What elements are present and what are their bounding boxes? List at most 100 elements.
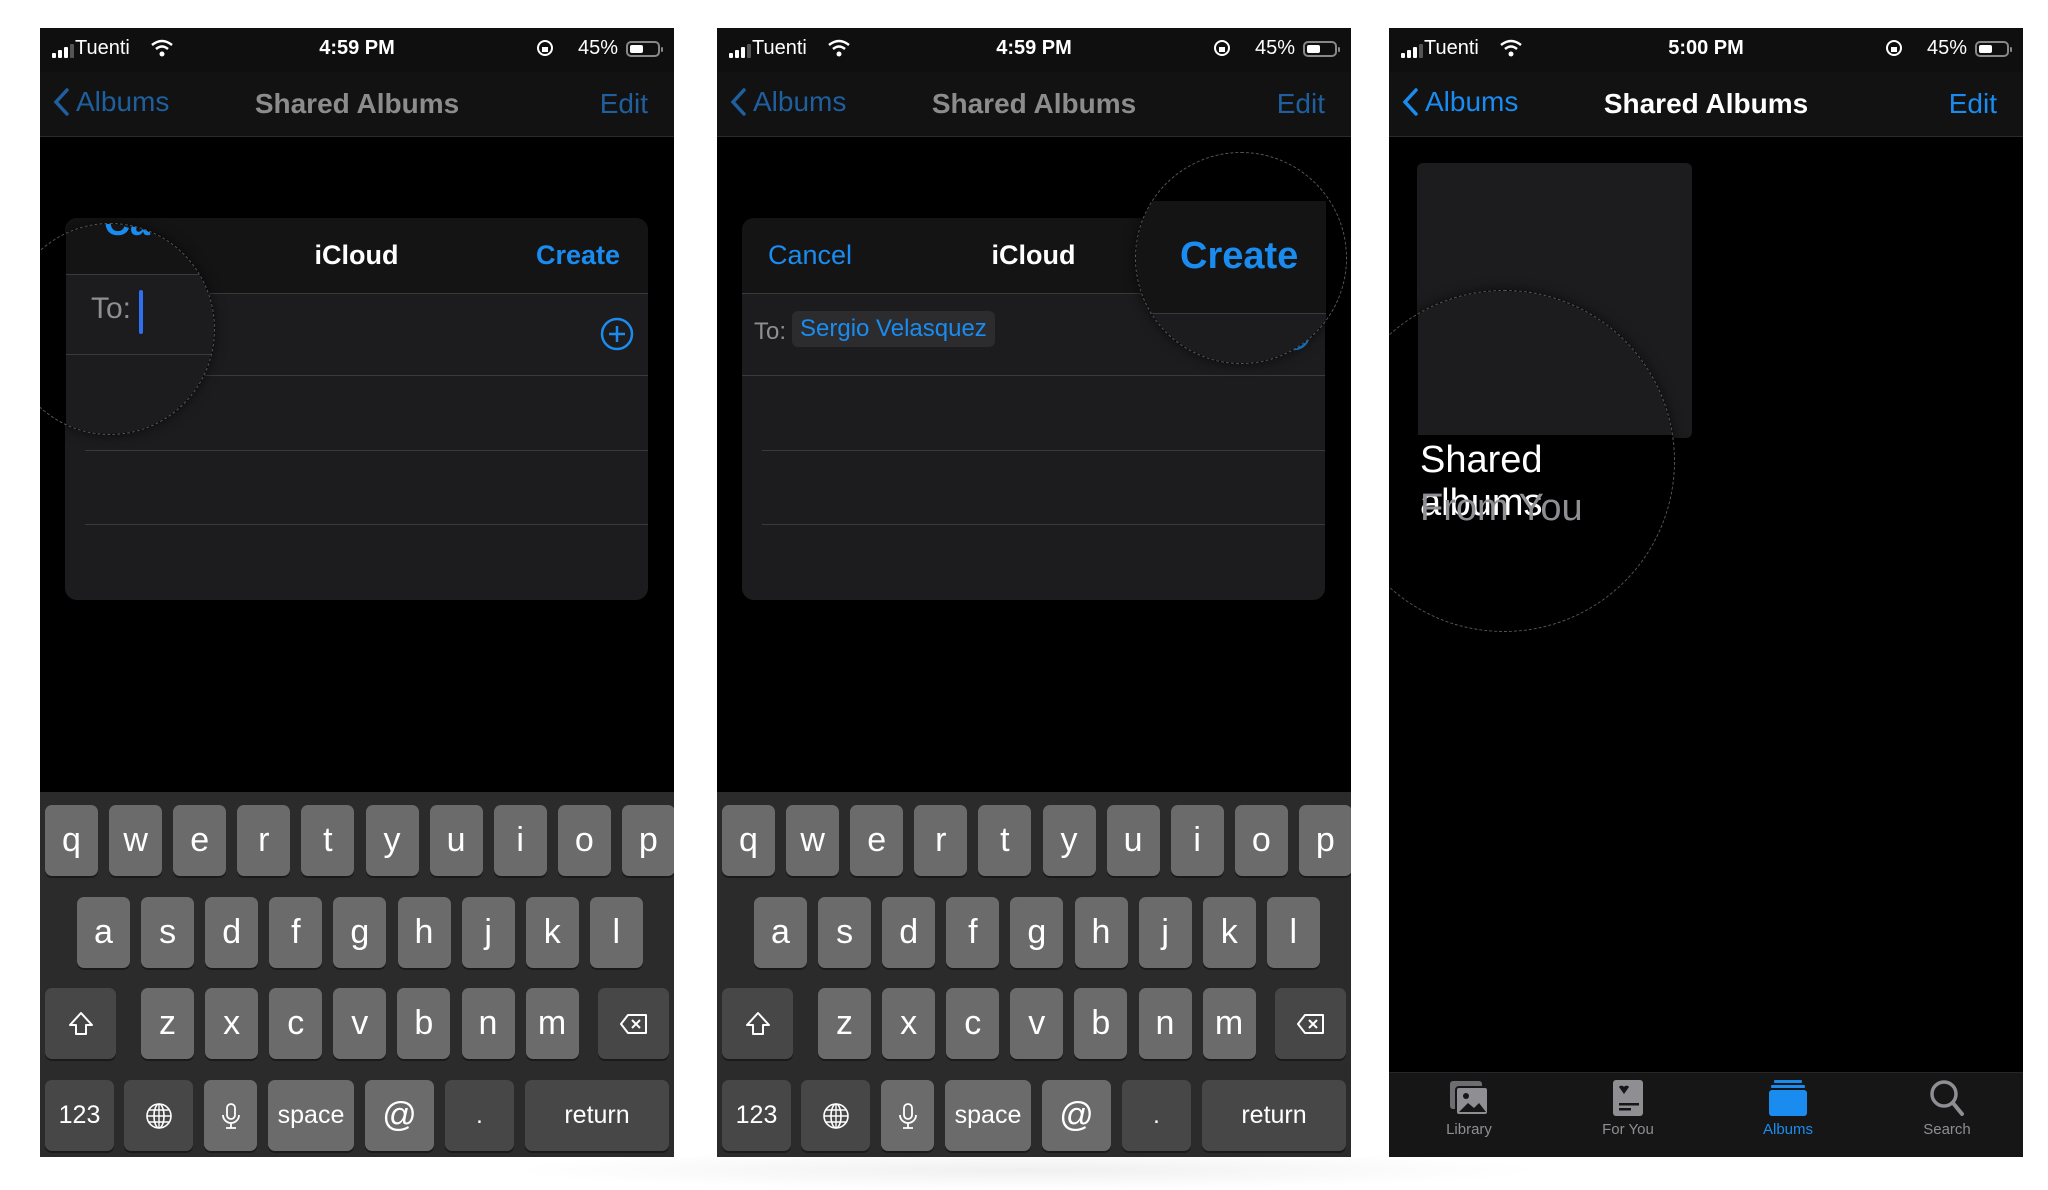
key-y[interactable]: y	[1042, 805, 1096, 876]
key-z[interactable]: z	[818, 988, 871, 1059]
microphone-icon	[216, 1101, 246, 1131]
key-l[interactable]: l	[589, 897, 643, 968]
backspace-icon	[1296, 1009, 1326, 1039]
period-key[interactable]: .	[1122, 1080, 1191, 1151]
key-f[interactable]: f	[269, 897, 323, 968]
recipient-chip[interactable]: Sergio Velasquez	[792, 311, 995, 347]
edit-button[interactable]: Edit	[600, 88, 648, 120]
key-u[interactable]: u	[1106, 805, 1160, 876]
key-i[interactable]: i	[1170, 805, 1224, 876]
text-cursor	[139, 290, 143, 334]
numbers-key[interactable]: 123	[722, 1080, 791, 1151]
tab-label: Library	[1446, 1121, 1492, 1138]
key-o[interactable]: o	[1234, 805, 1288, 876]
key-a[interactable]: a	[77, 897, 130, 968]
globe-key[interactable]	[124, 1080, 193, 1151]
key-r[interactable]: r	[914, 805, 968, 876]
key-q[interactable]: q	[45, 805, 98, 876]
period-key[interactable]: .	[445, 1080, 514, 1151]
key-k[interactable]: k	[1202, 897, 1256, 968]
shift-key[interactable]	[45, 988, 116, 1059]
key-l[interactable]: l	[1266, 897, 1320, 968]
key-h[interactable]: h	[1074, 897, 1128, 968]
battery-icon	[1975, 41, 2012, 57]
dictation-key[interactable]	[204, 1080, 257, 1151]
key-c[interactable]: c	[946, 988, 1000, 1059]
create-button[interactable]: Create	[536, 240, 620, 271]
key-s[interactable]: s	[818, 897, 872, 968]
key-p[interactable]: p	[621, 805, 674, 876]
key-t[interactable]: t	[978, 805, 1032, 876]
edit-button[interactable]: Edit	[1949, 88, 1997, 120]
nav-bar: Albums Shared Albums Edit	[40, 72, 674, 137]
key-q[interactable]: q	[722, 805, 775, 876]
key-i[interactable]: i	[493, 805, 547, 876]
return-key[interactable]: return	[1202, 1080, 1346, 1151]
tab-library[interactable]: Library	[1409, 1079, 1529, 1138]
at-key[interactable]: @	[1042, 1080, 1111, 1151]
tab-label: Albums	[1762, 1121, 1814, 1138]
tab-albums[interactable]: Albums	[1728, 1079, 1848, 1138]
key-h[interactable]: h	[397, 897, 451, 968]
edit-button[interactable]: Edit	[1277, 88, 1325, 120]
key-b[interactable]: b	[397, 988, 451, 1059]
shift-icon	[66, 1009, 96, 1039]
tab-search[interactable]: Search	[1887, 1079, 2007, 1138]
divider	[762, 524, 1325, 525]
key-n[interactable]: n	[1138, 988, 1192, 1059]
rotation-lock-icon	[1214, 40, 1230, 56]
keyboard: q w e r t y u i o p a s d f g h j k l z x c v b n m 123 space @. retu…	[717, 792, 1351, 1157]
key-c[interactable]: c	[269, 988, 323, 1059]
key-e[interactable]: e	[850, 805, 904, 876]
screen-step-3: Tuenti 5:00 PM 45% Albums Shared Albums …	[1389, 28, 2023, 1157]
numbers-key[interactable]: 123	[45, 1080, 114, 1151]
key-s[interactable]: s	[141, 897, 195, 968]
battery-icon	[1303, 41, 1340, 57]
status-bar: Tuenti 4:59 PM 45%	[717, 28, 1351, 72]
key-m[interactable]: m	[525, 988, 579, 1059]
at-key[interactable]: @	[365, 1080, 434, 1151]
add-contact-icon[interactable]	[600, 317, 634, 351]
key-j[interactable]: j	[461, 897, 515, 968]
key-d[interactable]: d	[205, 897, 259, 968]
key-k[interactable]: k	[525, 897, 579, 968]
key-w[interactable]: w	[109, 805, 163, 876]
backspace-key[interactable]	[598, 988, 669, 1059]
key-g[interactable]: g	[333, 897, 387, 968]
key-d[interactable]: d	[882, 897, 936, 968]
rotation-lock-icon	[1886, 40, 1902, 56]
key-g[interactable]: g	[1010, 897, 1064, 968]
space-key[interactable]: space	[268, 1080, 354, 1151]
key-v[interactable]: v	[333, 988, 387, 1059]
battery-percent: 45%	[577, 37, 618, 59]
dictation-key[interactable]	[881, 1080, 934, 1151]
space-key[interactable]: space	[945, 1080, 1031, 1151]
backspace-key[interactable]	[1275, 988, 1346, 1059]
tab-for-you[interactable]: For You	[1568, 1079, 1688, 1138]
key-t[interactable]: t	[301, 805, 355, 876]
key-o[interactable]: o	[557, 805, 611, 876]
key-r[interactable]: r	[237, 805, 291, 876]
key-f[interactable]: f	[946, 897, 1000, 968]
magnifier-create-button: Create	[1135, 152, 1347, 364]
key-m[interactable]: m	[1202, 988, 1256, 1059]
key-u[interactable]: u	[429, 805, 483, 876]
key-j[interactable]: j	[1138, 897, 1192, 968]
key-y[interactable]: y	[365, 805, 419, 876]
key-w[interactable]: w	[786, 805, 840, 876]
key-z[interactable]: z	[141, 988, 194, 1059]
tab-label: Search	[1923, 1121, 1971, 1138]
key-x[interactable]: x	[882, 988, 936, 1059]
key-b[interactable]: b	[1074, 988, 1128, 1059]
magnified-cancel-fragment: Ca	[104, 224, 150, 244]
key-e[interactable]: e	[173, 805, 227, 876]
key-v[interactable]: v	[1010, 988, 1064, 1059]
globe-key[interactable]	[801, 1080, 870, 1151]
key-x[interactable]: x	[205, 988, 259, 1059]
key-a[interactable]: a	[754, 897, 807, 968]
search-icon	[1930, 1080, 1964, 1116]
shift-key[interactable]	[722, 988, 793, 1059]
key-p[interactable]: p	[1298, 805, 1351, 876]
key-n[interactable]: n	[461, 988, 515, 1059]
return-key[interactable]: return	[525, 1080, 669, 1151]
